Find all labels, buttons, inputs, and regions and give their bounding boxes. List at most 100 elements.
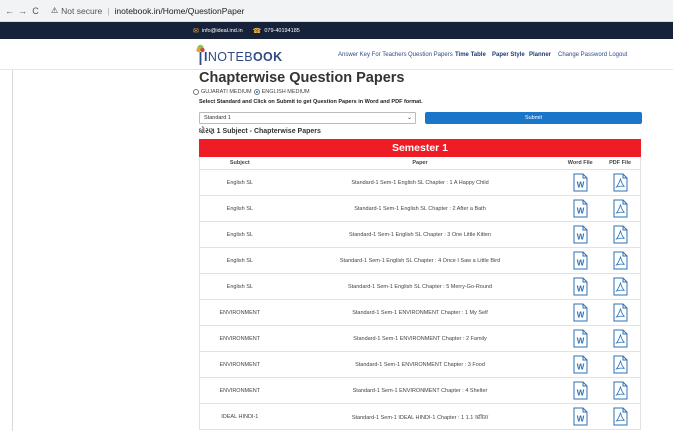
address-bar[interactable]: inotebook.in/Home/QuestionPaper bbox=[115, 6, 245, 16]
word-file-cell: W bbox=[560, 196, 600, 222]
standard-select[interactable]: Standard 1 ⌄ bbox=[199, 112, 416, 124]
semester-header: Semester 1 bbox=[199, 139, 641, 157]
pdf-file-cell bbox=[600, 300, 640, 326]
label-gujarati-medium[interactable]: GUJARATI MEDIUM bbox=[201, 89, 252, 95]
nav-planner[interactable]: Planner bbox=[529, 52, 551, 58]
pdf-file-icon[interactable] bbox=[613, 277, 628, 296]
cell-paper: Standard-1 Sem-1 IDEAL HINDI-1 Chapter :… bbox=[351, 414, 489, 421]
word-file-cell: W bbox=[560, 404, 600, 430]
cell-subject: ENVIRONMENT bbox=[219, 335, 261, 342]
pdf-file-icon[interactable] bbox=[613, 381, 628, 400]
nav-paper-style[interactable]: Paper Style bbox=[492, 52, 525, 58]
svg-text:W: W bbox=[576, 389, 584, 398]
table-row: English SL Standard-1 Sem-1 English SL C… bbox=[199, 196, 641, 222]
contact-email[interactable]: info@ideal.ind.in bbox=[202, 28, 243, 34]
phone-icon: ☎ bbox=[252, 27, 262, 35]
table-row: IDEAL HINDI-1 Standard-1 Sem-1 IDEAL HIN… bbox=[199, 404, 641, 430]
label-english-medium[interactable]: ENGLISH MEDIUM bbox=[262, 89, 310, 95]
word-file-icon[interactable]: W bbox=[573, 303, 588, 322]
pdf-file-icon[interactable] bbox=[613, 329, 628, 348]
table-row: ENVIRONMENT Standard-1 Sem-1 ENVIRONMENT… bbox=[199, 352, 641, 378]
instructions-text: Select Standard and Click on Submit to g… bbox=[199, 99, 423, 105]
table-row: ENVIRONMENT Standard-1 Sem-1 ENVIRONMENT… bbox=[199, 326, 641, 352]
back-button[interactable]: ← bbox=[4, 6, 15, 16]
svg-text:W: W bbox=[576, 207, 584, 216]
cell-subject: ENVIRONMENT bbox=[219, 309, 261, 316]
cell-paper: Standard-1 Sem-1 English SL Chapter : 1 … bbox=[351, 179, 489, 186]
pdf-file-icon[interactable] bbox=[613, 251, 628, 270]
pdf-file-cell bbox=[600, 404, 640, 430]
cell-paper: Standard-1 Sem-1 ENVIRONMENT Chapter : 3… bbox=[355, 361, 485, 368]
cell-subject: IDEAL HINDI-1 bbox=[221, 413, 259, 420]
word-file-cell: W bbox=[560, 326, 600, 352]
pdf-file-cell bbox=[600, 248, 640, 274]
nav-question-papers[interactable]: Question Papers bbox=[408, 52, 453, 58]
table-body: English SL Standard-1 Sem-1 English SL C… bbox=[199, 170, 641, 430]
submit-button[interactable]: Submit bbox=[425, 112, 642, 124]
svg-text:W: W bbox=[576, 233, 584, 242]
radio-english-medium[interactable] bbox=[253, 89, 260, 95]
site-header: INOTEBOOK Answer Key For Teachers Questi… bbox=[0, 39, 673, 70]
radio-gujarati-medium[interactable] bbox=[193, 89, 199, 95]
word-file-cell: W bbox=[560, 300, 600, 326]
word-file-icon[interactable]: W bbox=[573, 199, 588, 218]
svg-text:W: W bbox=[576, 259, 584, 268]
pdf-file-icon[interactable] bbox=[613, 407, 628, 426]
word-file-icon[interactable]: W bbox=[573, 381, 588, 400]
table-row: English SL Standard-1 Sem-1 English SL C… bbox=[199, 170, 641, 196]
pdf-file-cell bbox=[600, 170, 640, 196]
pdf-file-icon[interactable] bbox=[613, 355, 628, 374]
reload-button[interactable]: C bbox=[30, 6, 41, 16]
word-file-icon[interactable]: W bbox=[573, 355, 588, 374]
table-row: English SL Standard-1 Sem-1 English SL C… bbox=[199, 248, 641, 274]
word-file-icon[interactable]: W bbox=[573, 329, 588, 348]
header-paper: Paper bbox=[412, 160, 428, 166]
table-row: ENVIRONMENT Standard-1 Sem-1 ENVIRONMENT… bbox=[199, 300, 641, 326]
word-file-cell: W bbox=[560, 274, 600, 300]
svg-text:W: W bbox=[576, 311, 584, 320]
header-pdf-file: PDF File bbox=[609, 160, 632, 166]
cell-subject: English SL bbox=[226, 231, 253, 238]
section-title: ધોરણ 1 Subject - Chapterwise Papers bbox=[199, 128, 321, 135]
page-title: Chapterwise Question Papers bbox=[199, 70, 405, 86]
cell-subject: English SL bbox=[226, 205, 253, 212]
medium-selector: GUJARATI MEDIUM ENGLISH MEDIUM bbox=[193, 89, 310, 95]
svg-text:W: W bbox=[576, 285, 584, 294]
header-subject: Subject bbox=[229, 160, 250, 166]
pdf-file-icon[interactable] bbox=[613, 225, 628, 244]
chevron-down-icon: ⌄ bbox=[406, 115, 412, 121]
pdf-file-icon[interactable] bbox=[613, 173, 628, 192]
pdf-file-icon[interactable] bbox=[613, 199, 628, 218]
word-file-icon[interactable]: W bbox=[573, 277, 588, 296]
cell-subject: English SL bbox=[226, 179, 253, 186]
nav-logout[interactable]: Logout bbox=[609, 52, 627, 58]
warning-icon[interactable]: ⚠ bbox=[51, 6, 58, 15]
contact-phone[interactable]: 079-40194185 bbox=[264, 28, 299, 34]
word-file-cell: W bbox=[560, 248, 600, 274]
security-label[interactable]: Not secure bbox=[61, 6, 102, 16]
svg-text:W: W bbox=[576, 181, 584, 190]
cell-paper: Standard-1 Sem-1 ENVIRONMENT Chapter : 4… bbox=[352, 387, 488, 394]
pdf-file-cell bbox=[600, 222, 640, 248]
table-row: English SL Standard-1 Sem-1 English SL C… bbox=[199, 274, 641, 300]
cell-paper: Standard-1 Sem-1 English SL Chapter : 3 … bbox=[349, 231, 491, 238]
word-file-icon[interactable]: W bbox=[573, 225, 588, 244]
nav-answer-key[interactable]: Answer Key For Teachers bbox=[338, 52, 407, 58]
cell-subject: English SL bbox=[226, 257, 253, 264]
pdf-file-cell bbox=[600, 274, 640, 300]
word-file-icon[interactable]: W bbox=[573, 407, 588, 426]
app-root: ← → C ⚠ Not secure | inotebook.in/Home/Q… bbox=[0, 0, 673, 431]
word-file-cell: W bbox=[560, 352, 600, 378]
nav-time-table[interactable]: Time Table bbox=[455, 52, 486, 58]
forward-button[interactable]: → bbox=[17, 6, 28, 16]
pdf-file-icon[interactable] bbox=[613, 303, 628, 322]
browser-toolbar: ← → C ⚠ Not secure | inotebook.in/Home/Q… bbox=[0, 0, 673, 22]
table-row: English SL Standard-1 Sem-1 English SL C… bbox=[199, 222, 641, 248]
cell-paper: Standard-1 Sem-1 ENVIRONMENT Chapter : 1… bbox=[352, 309, 488, 316]
table-row: ENVIRONMENT Standard-1 Sem-1 ENVIRONMENT… bbox=[199, 378, 641, 404]
table-header-row: Subject Paper Word File PDF File bbox=[199, 157, 641, 170]
cell-paper: Standard-1 Sem-1 English SL Chapter : 2 … bbox=[354, 205, 486, 212]
word-file-icon[interactable]: W bbox=[573, 251, 588, 270]
nav-change-password[interactable]: Change Password bbox=[558, 52, 607, 58]
word-file-icon[interactable]: W bbox=[573, 173, 588, 192]
